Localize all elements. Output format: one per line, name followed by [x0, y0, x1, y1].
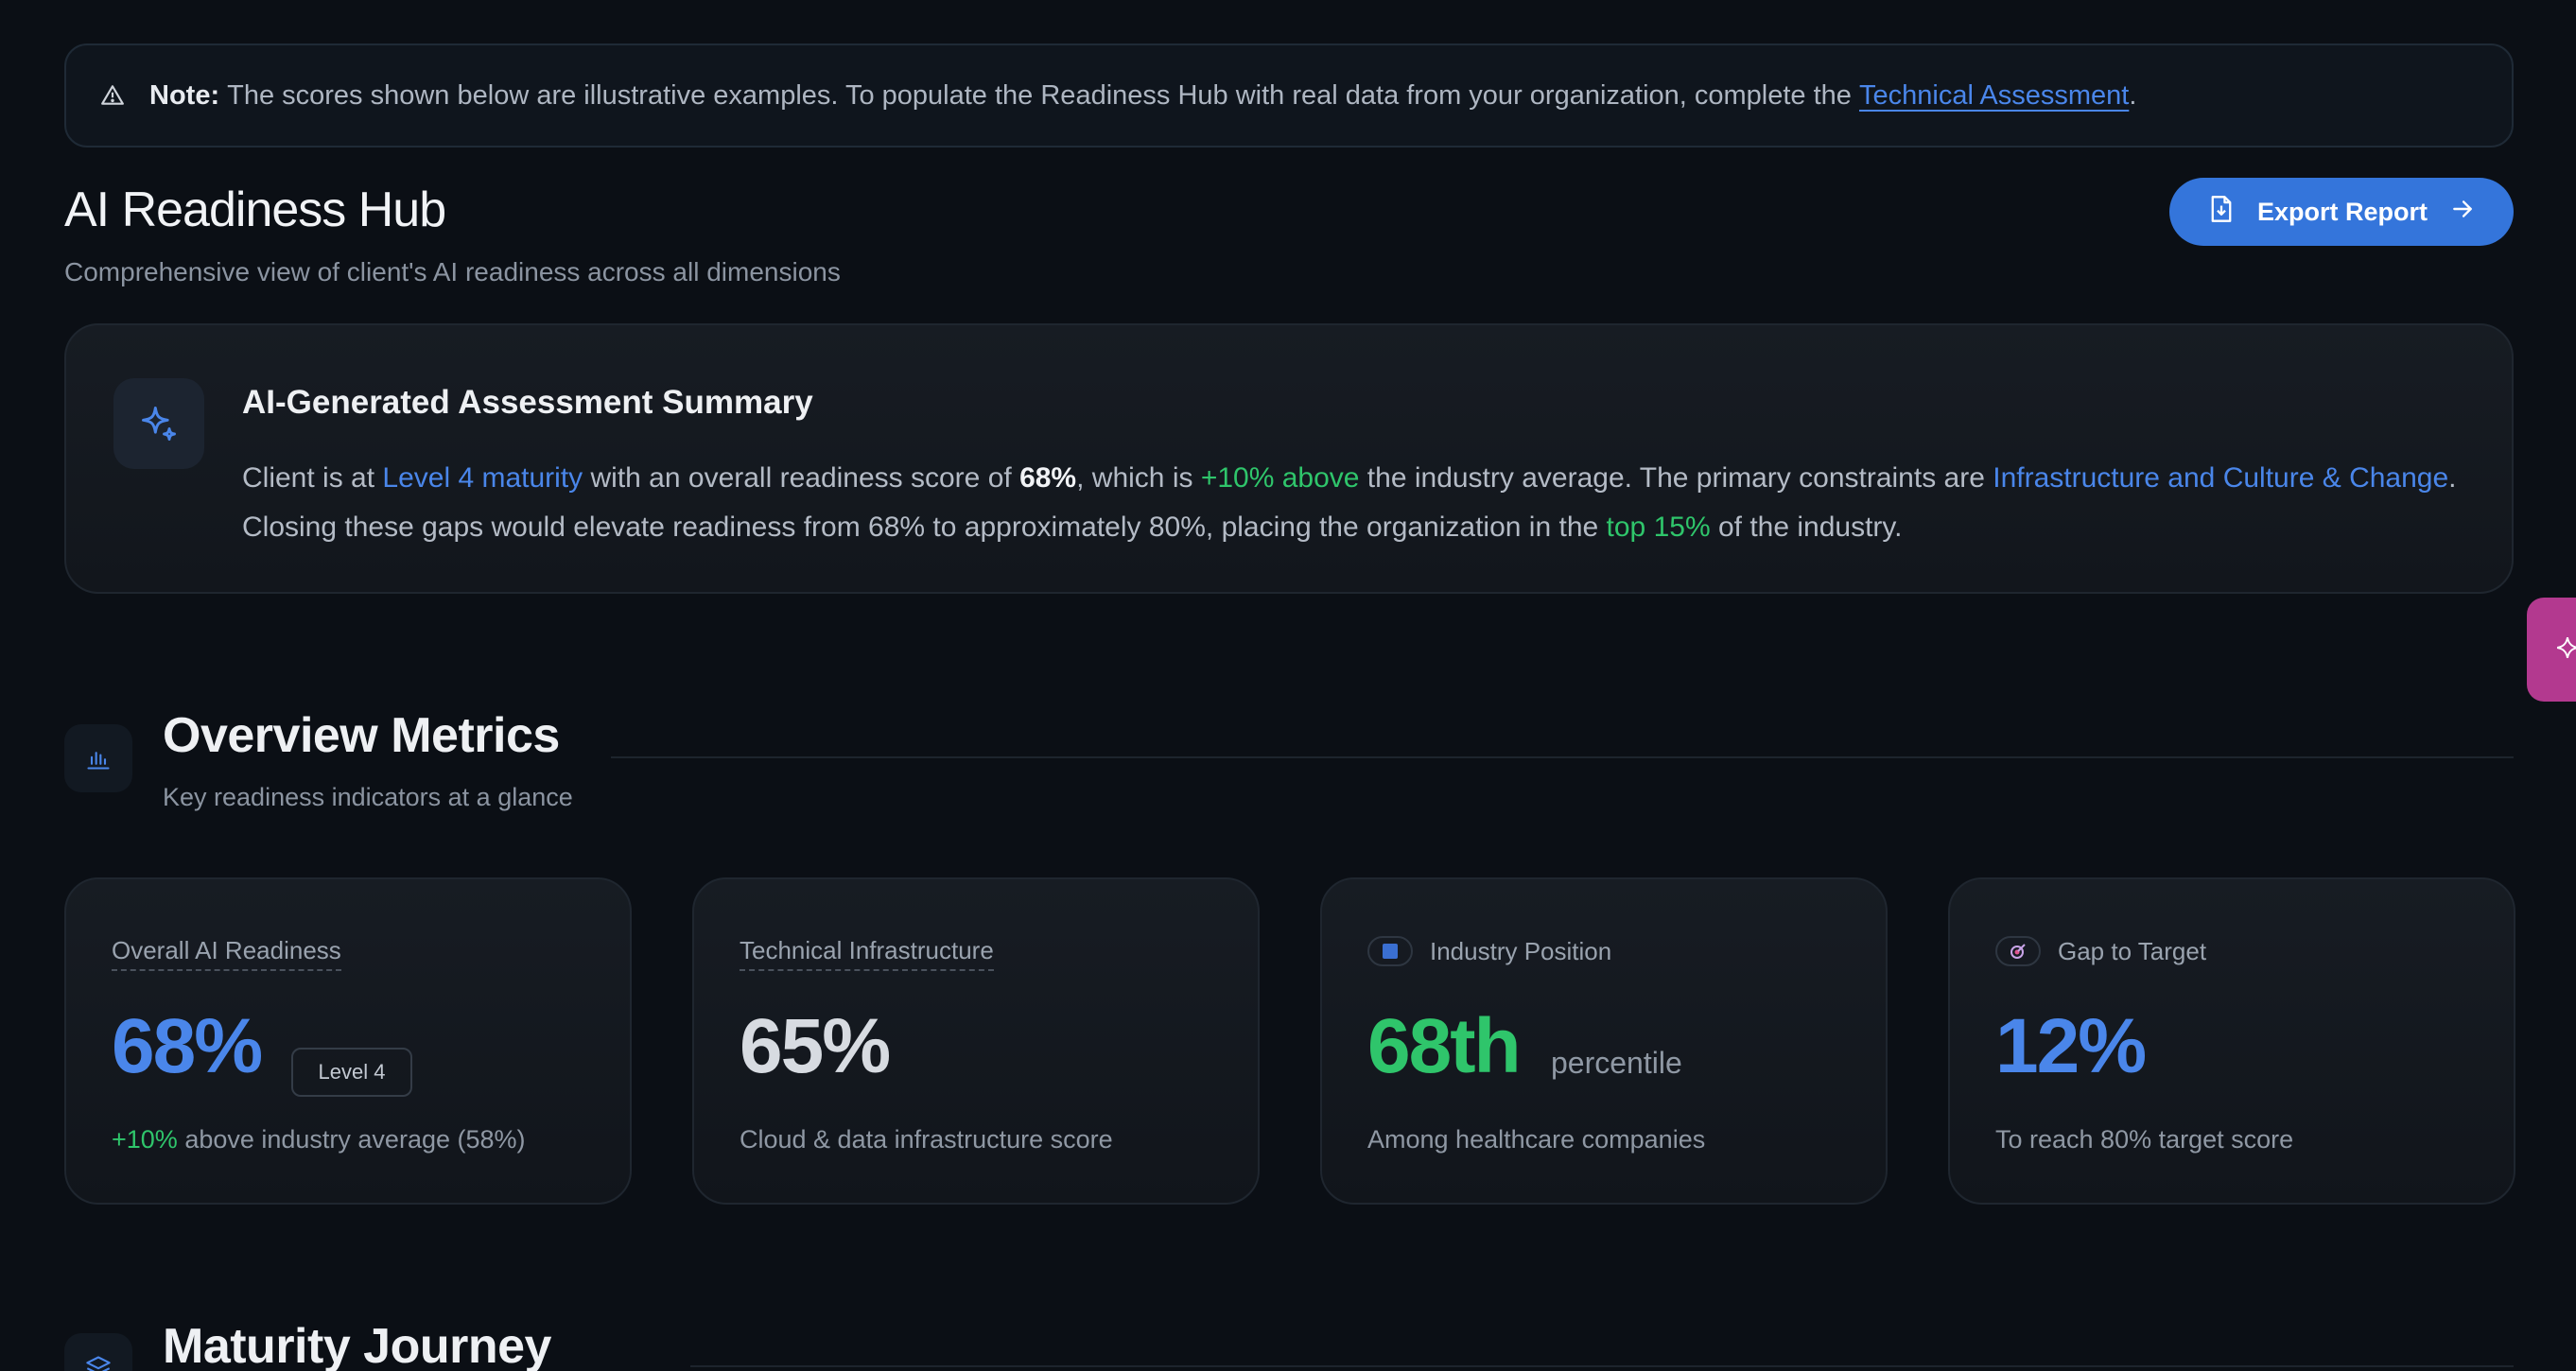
page-subtitle: Comprehensive view of client's AI readin…: [64, 257, 841, 286]
metric-label-text: Industry Position: [1430, 936, 1612, 965]
notice-end: .: [2129, 79, 2137, 111]
metric-label-text: Overall AI Readiness: [112, 936, 341, 971]
score-highlight: 68%: [1019, 462, 1077, 494]
metric-card-industry-position: Industry Position 68th percentile Among …: [1320, 877, 1888, 1205]
metric-footnote: +10% above industry average (58%): [112, 1125, 526, 1154]
export-report-label: Export Report: [2256, 197, 2428, 226]
metric-value: 65%: [740, 1003, 891, 1089]
metric-footnote: Among healthcare companies: [1367, 1125, 1706, 1154]
metric-label-text: Technical Infrastructure: [740, 936, 994, 971]
metric-card-technical-infrastructure: Technical Infrastructure 65% Cloud & dat…: [692, 877, 1260, 1205]
summary-segment: the industry average. The primary constr…: [1359, 462, 1993, 494]
target-icon: [1995, 936, 2041, 966]
notice-label: Note:: [149, 79, 220, 111]
layers-icon: [64, 1333, 132, 1371]
warning-icon: [98, 81, 127, 110]
bar-chart-icon: [64, 724, 132, 792]
metric-label[interactable]: Technical Infrastructure: [740, 936, 994, 971]
metric-value: 12%: [1995, 1003, 2147, 1089]
sparkle-icon: [113, 378, 204, 469]
file-download-icon: [2208, 195, 2235, 230]
summary-segment: , which is: [1076, 462, 1201, 494]
metric-card-gap-to-target: Gap to Target 12% To reach 80% target sc…: [1948, 877, 2515, 1205]
maturity-journey-title: Maturity Journey: [163, 1319, 551, 1371]
constraints-highlight: Infrastructure and Culture & Change: [1993, 462, 2449, 494]
assistant-side-tab[interactable]: [2527, 598, 2576, 702]
summary-segment: of the industry.: [1710, 512, 1903, 543]
level-badge: Level 4: [291, 1048, 412, 1097]
summary-title: AI-Generated Assessment Summary: [242, 384, 813, 421]
maturity-highlight: Level 4 maturity: [382, 462, 583, 494]
metric-footnote: To reach 80% target score: [1995, 1125, 2294, 1154]
export-report-button[interactable]: Export Report: [2169, 178, 2514, 246]
delta-value: +10%: [112, 1125, 178, 1154]
notice-banner: Note: The scores shown below are illustr…: [64, 43, 2514, 148]
metric-footnote-text: above industry average (58%): [177, 1125, 526, 1154]
square-icon: [1367, 936, 1413, 966]
arrow-right-icon: [2450, 197, 2475, 228]
metric-label-text: Gap to Target: [2058, 936, 2207, 965]
summary-segment: with an overall readiness score of: [583, 462, 1020, 494]
summary-text: Client is at Level 4 maturity with an ov…: [242, 454, 2474, 552]
technical-assessment-link[interactable]: Technical Assessment: [1859, 80, 2129, 112]
metric-label[interactable]: Overall AI Readiness: [112, 936, 341, 971]
metric-value: 68th: [1367, 1003, 1522, 1089]
assessment-summary-card: AI-Generated Assessment Summary Client i…: [64, 323, 2514, 594]
summary-segment: Client is at: [242, 462, 383, 494]
overview-metrics-title: Overview Metrics: [163, 708, 560, 763]
metric-label: Industry Position: [1367, 936, 1611, 966]
sparkle-icon: [2555, 635, 2576, 665]
metric-unit: percentile: [1551, 1046, 1682, 1080]
section-divider: [690, 1365, 2514, 1367]
metric-card-overall-readiness: Overall AI Readiness 68% Level 4 +10% ab…: [64, 877, 632, 1205]
metric-footnote: Cloud & data infrastructure score: [740, 1125, 1113, 1154]
overview-metrics-subtitle: Key readiness indicators at a glance: [163, 783, 573, 811]
top-percent-highlight: top 15%: [1606, 512, 1711, 543]
metric-value: 68%: [112, 1003, 263, 1089]
delta-highlight: +10% above: [1200, 462, 1360, 494]
page-title: AI Readiness Hub: [64, 182, 446, 237]
notice-text: The scores shown below are illustrative …: [227, 79, 1852, 111]
metric-label: Gap to Target: [1995, 936, 2206, 966]
section-divider: [611, 756, 2514, 758]
